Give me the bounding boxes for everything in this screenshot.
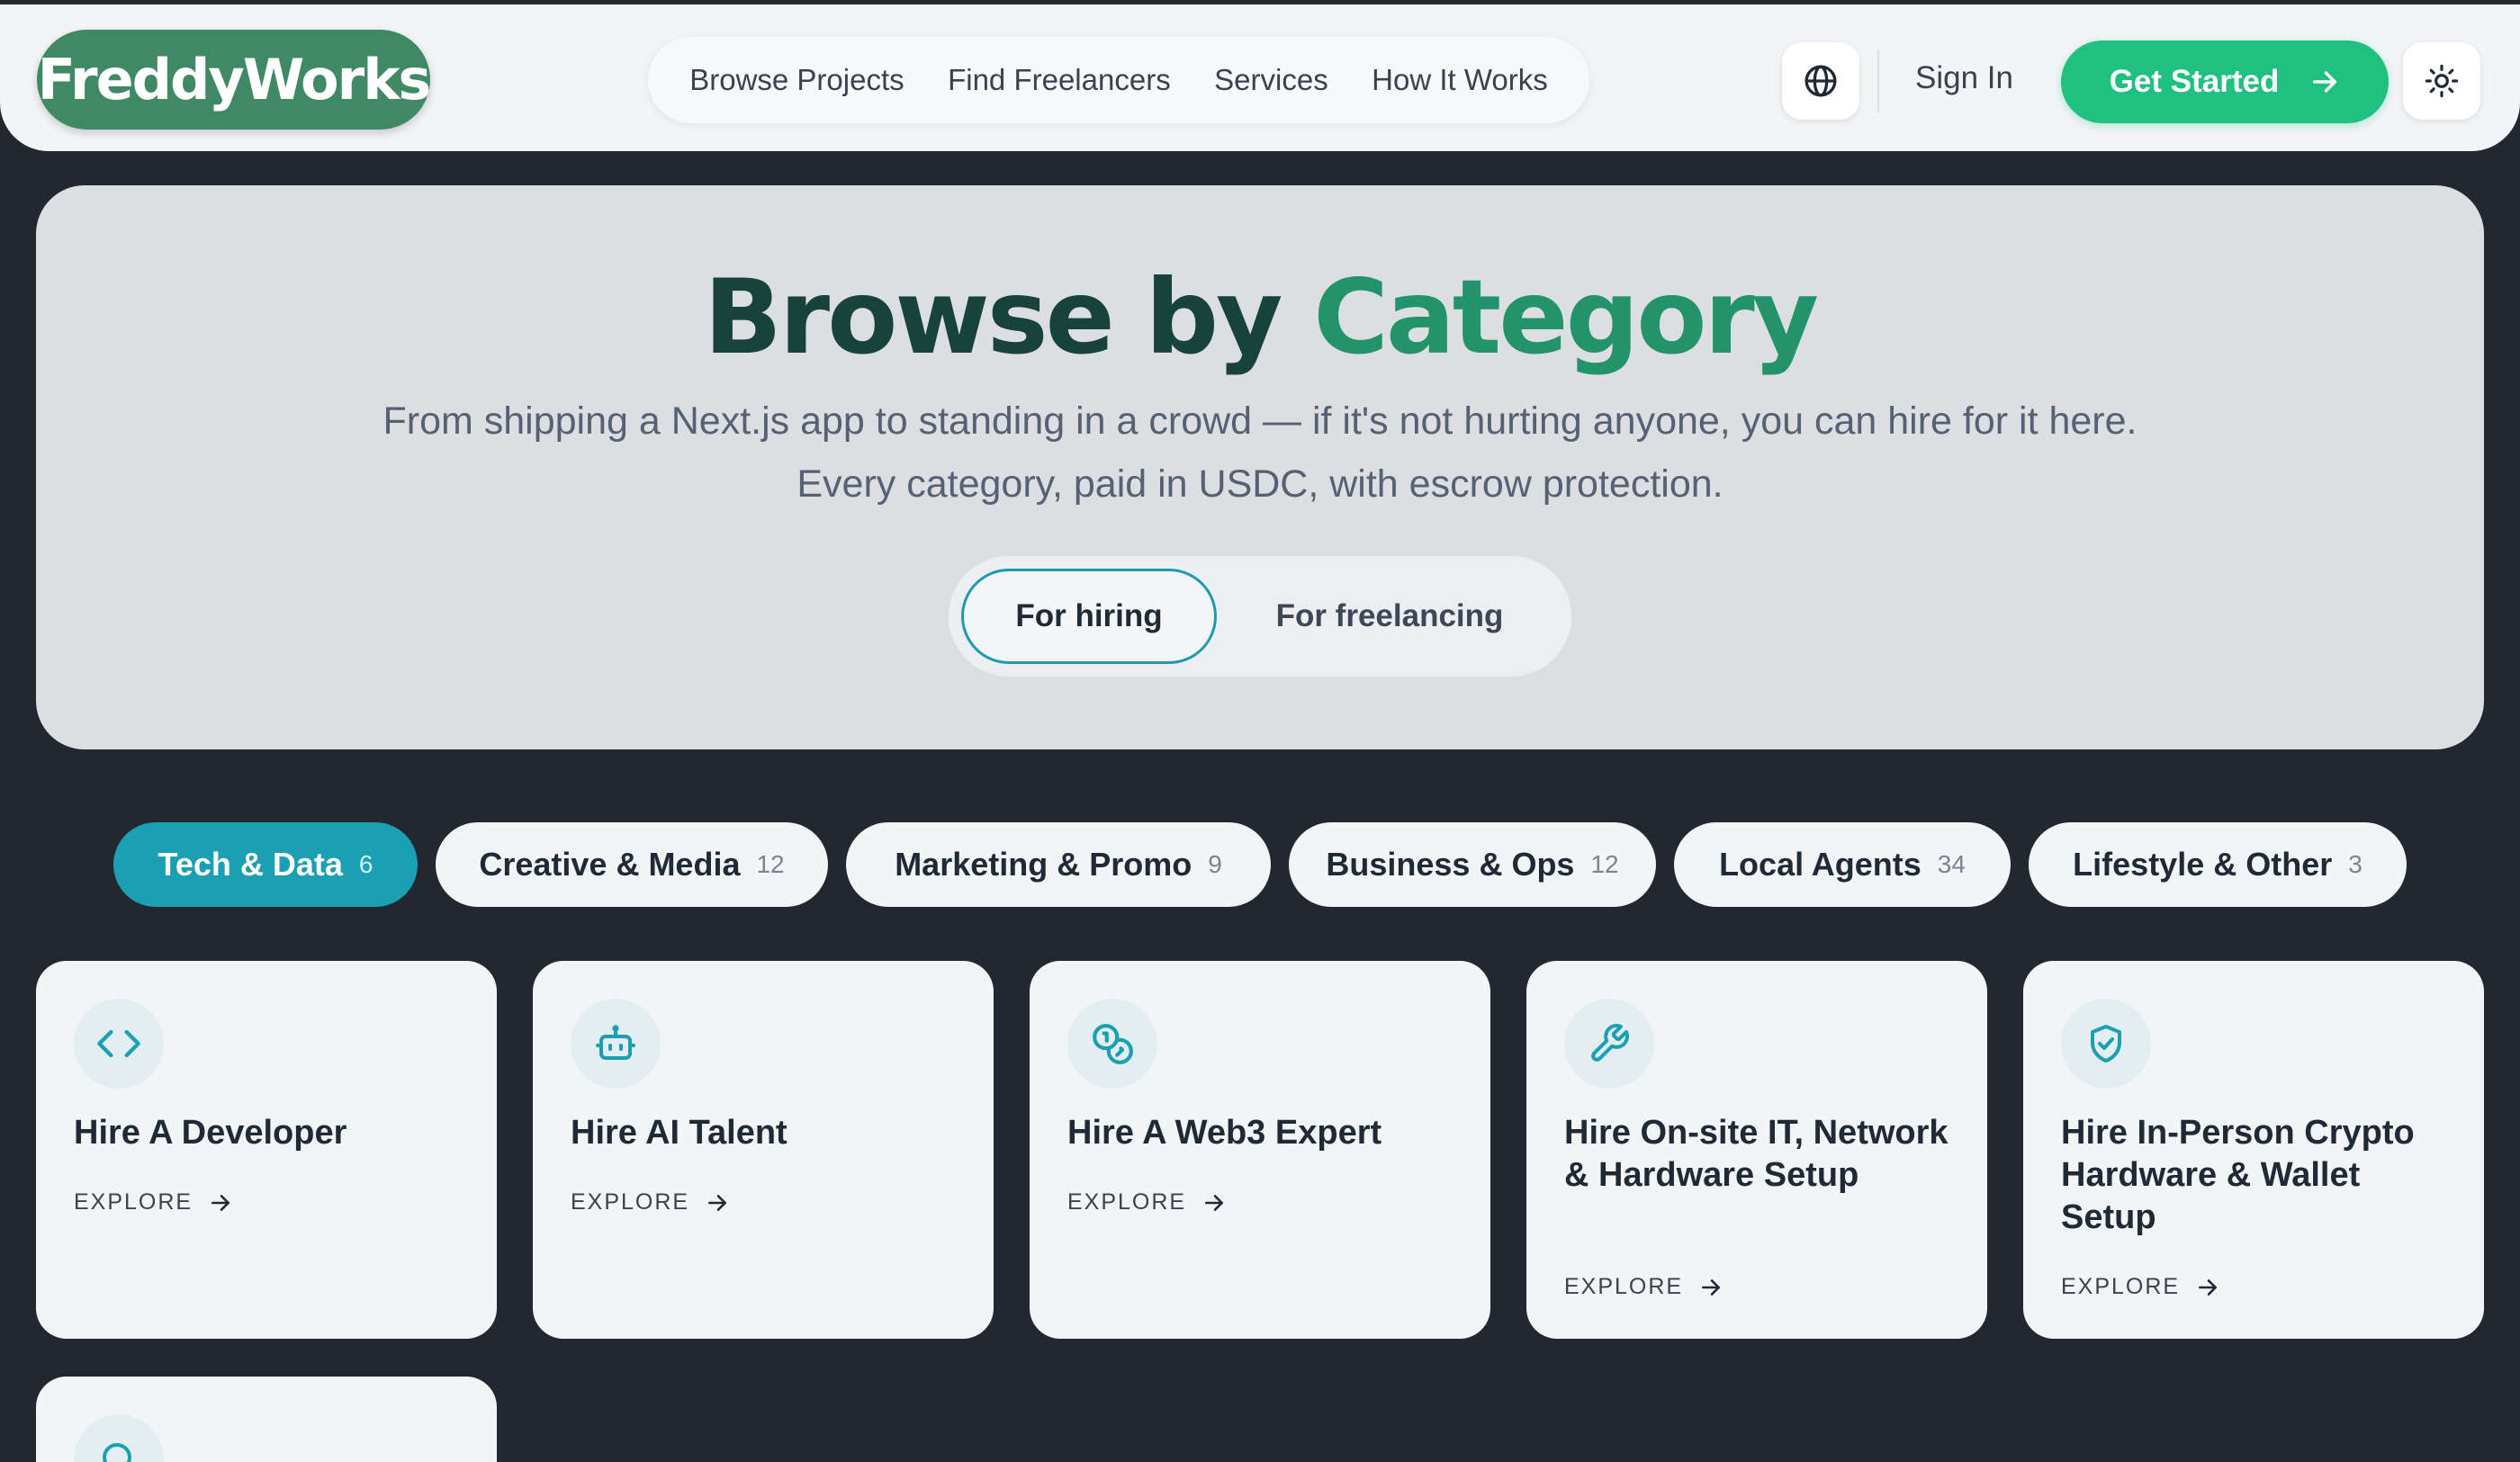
category-card-partial[interactable] <box>36 1377 497 1462</box>
category-tab-count: 6 <box>358 850 374 878</box>
nav-how-it-works[interactable]: How It Works <box>1372 63 1548 97</box>
robot-icon <box>596 1025 635 1060</box>
category-tab-label: Tech & Data <box>158 846 343 883</box>
category-tab-label: Creative & Media <box>479 846 741 883</box>
theme-toggle-button[interactable] <box>2403 42 2480 120</box>
arrow-right-icon <box>1702 1278 1721 1296</box>
logo-text: FreddyWorks <box>37 47 432 112</box>
explore-link[interactable]: EXPLORE <box>74 1189 232 1215</box>
category-card-crypto-hardware[interactable]: Hire In-Person Crypto Hardware & Wallet … <box>2023 961 2484 1339</box>
toggle-for-freelancing[interactable]: For freelancing <box>1237 569 1543 664</box>
explore-link[interactable]: EXPLORE <box>571 1189 729 1215</box>
card-title: Hire AI Talent <box>571 1114 788 1152</box>
arrow-right-icon <box>2199 1278 2218 1296</box>
category-card-developer[interactable]: Hire A Developer EXPLORE <box>36 961 497 1339</box>
card-icon-circle <box>74 1414 164 1462</box>
category-tab-count: 3 <box>2348 850 2362 878</box>
category-tab-label: Marketing & Promo <box>895 846 1192 883</box>
category-tab-lifestyle-other[interactable]: Lifestyle & Other 3 <box>2029 822 2407 907</box>
language-button[interactable] <box>1782 42 1859 120</box>
sun-icon <box>2425 64 2459 98</box>
arrow-right-icon <box>2313 71 2337 93</box>
search-icon <box>103 1443 131 1462</box>
explore-label: EXPLORE <box>74 1189 194 1215</box>
nav-services[interactable]: Services <box>1214 63 1328 97</box>
category-card-onsite-it[interactable]: Hire On-site IT, Network & Hardware Setu… <box>1526 961 1987 1339</box>
nav-find-freelancers[interactable]: Find Freelancers <box>948 63 1171 97</box>
hero-subtitle-line1: From shipping a Next.js app to standing … <box>382 399 2138 443</box>
category-tab-business-ops[interactable]: Business & Ops 12 <box>1289 822 1656 907</box>
explore-label: EXPLORE <box>571 1189 690 1215</box>
category-tab-label: Lifestyle & Other <box>2073 846 2333 883</box>
card-title: Hire A Developer <box>74 1114 347 1152</box>
sign-in-link[interactable]: Sign In <box>1915 60 2013 96</box>
hero-subtitle-line2: Every category, paid in USDC, with escro… <box>796 462 1724 506</box>
explore-label: EXPLORE <box>1067 1189 1187 1215</box>
get-started-label: Get Started <box>2109 64 2280 99</box>
category-tab-local-agents[interactable]: Local Agents 34 <box>1674 822 2011 907</box>
card-title: Hire A Web3 Expert <box>1067 1114 1382 1152</box>
explore-link[interactable]: EXPLORE <box>1564 1274 1723 1300</box>
wrench-icon <box>1591 1024 1629 1062</box>
main-nav: Browse Projects Find Freelancers Service… <box>648 37 1589 123</box>
card-icon-circle <box>2061 999 2151 1089</box>
card-title: Hire On-site IT, Network & Hardware Setu… <box>1564 1114 1948 1194</box>
category-tab-count: 12 <box>1590 850 1619 878</box>
explore-link[interactable]: EXPLORE <box>2061 1274 2219 1300</box>
arrow-right-icon <box>708 1194 727 1211</box>
card-icon-circle <box>1564 999 1654 1089</box>
explore-label: EXPLORE <box>1564 1274 1684 1299</box>
nav-browse-projects[interactable]: Browse Projects <box>689 63 904 97</box>
card-icon-circle <box>571 999 661 1089</box>
toggle-for-hiring[interactable]: For hiring <box>961 569 1217 664</box>
brand-logo[interactable]: FreddyWorks <box>37 30 432 130</box>
explore-link[interactable]: EXPLORE <box>1067 1189 1226 1215</box>
category-tab-marketing-promo[interactable]: Marketing & Promo 9 <box>846 822 1271 907</box>
category-tab-label: Local Agents <box>1719 846 1922 883</box>
category-tab-count: 9 <box>1208 850 1222 878</box>
get-started-button[interactable]: Get Started <box>2061 40 2389 123</box>
shield-check-icon <box>2091 1025 2121 1063</box>
explore-label: EXPLORE <box>2061 1274 2181 1299</box>
category-tab-count: 12 <box>756 850 785 878</box>
arrow-right-icon <box>212 1194 230 1211</box>
arrow-right-icon <box>1205 1194 1224 1211</box>
page-title-part1: Browse by <box>703 257 1283 377</box>
category-card-web3-expert[interactable]: Hire A Web3 Expert EXPLORE <box>1030 961 1490 1339</box>
coins-icon <box>1093 1024 1133 1064</box>
page-title: Browse by Category <box>36 257 2484 377</box>
card-title: Hire In-Person Crypto Hardware & Wallet … <box>2061 1114 2415 1236</box>
header-divider <box>1877 49 1879 112</box>
page-title-part2: Category <box>1313 257 1819 377</box>
card-icon-circle <box>1067 999 1157 1089</box>
category-tab-label: Business & Ops <box>1326 846 1575 883</box>
globe-icon <box>1804 65 1837 97</box>
category-card-ai-talent[interactable]: Hire AI Talent EXPLORE <box>533 961 994 1339</box>
category-tab-creative-media[interactable]: Creative & Media 12 <box>436 822 828 907</box>
category-tab-count: 34 <box>1937 850 1966 878</box>
code-icon <box>97 1029 140 1058</box>
category-tab-tech-data[interactable]: Tech & Data 6 <box>113 822 418 907</box>
audience-toggle: For hiring For freelancing <box>949 556 1571 677</box>
hero-section: Browse by Category From shipping a Next.… <box>36 185 2484 749</box>
card-icon-circle <box>74 999 164 1089</box>
top-navbar: FreddyWorks Browse Projects Find Freelan… <box>0 4 2520 151</box>
